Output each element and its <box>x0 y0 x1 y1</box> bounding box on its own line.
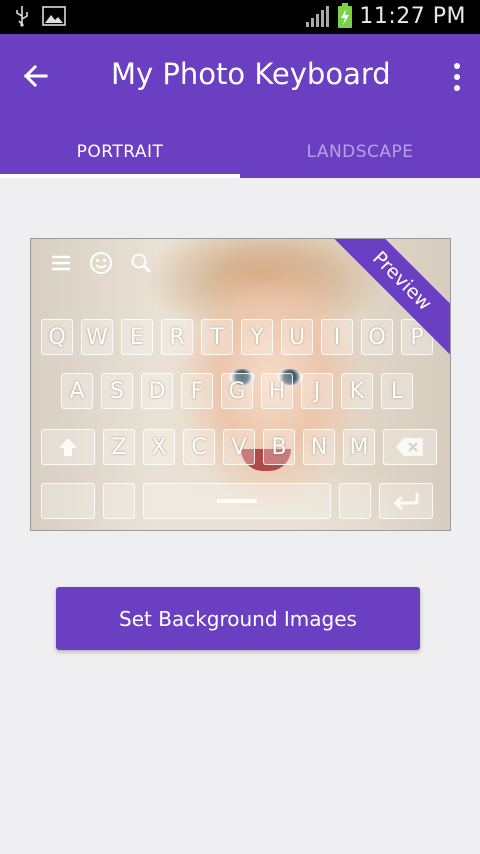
space-key <box>143 483 331 519</box>
key-h: H <box>261 373 293 409</box>
arrow-left-icon[interactable] <box>20 60 52 92</box>
key-g: G <box>221 373 253 409</box>
key-e: E <box>121 319 153 355</box>
more-vert-icon[interactable] <box>452 62 462 92</box>
search-icon <box>131 253 151 273</box>
key-n: N <box>303 429 335 465</box>
key-a: A <box>61 373 93 409</box>
key-w: W <box>81 319 113 355</box>
clock: 11:27 PM <box>359 3 466 29</box>
enter-key <box>379 483 433 519</box>
shift-key <box>41 429 95 465</box>
key-s: S <box>101 373 133 409</box>
key-c: C <box>183 429 215 465</box>
shift-icon <box>59 438 77 456</box>
keyboard-row-1: Q W E R T Y U I O P <box>41 319 433 355</box>
key-d: D <box>141 373 173 409</box>
key-u: U <box>281 319 313 355</box>
key-k: K <box>341 373 373 409</box>
key-o: O <box>361 319 393 355</box>
keyboard-row-4 <box>41 483 433 519</box>
emoji-icon <box>90 252 112 274</box>
keyboard-row-2: A S D F G H J K L <box>61 373 413 409</box>
menu-icon <box>52 255 70 271</box>
symbols-key <box>41 483 95 519</box>
space-bar-icon <box>217 499 257 503</box>
key-l: L <box>381 373 413 409</box>
status-bar: 11:27 PM <box>0 0 480 34</box>
keyboard-row-3: Z X C V B N M <box>41 429 437 465</box>
image-notification-icon <box>42 6 66 26</box>
page-title: My Photo Keyboard <box>111 57 391 91</box>
key-z: Z <box>103 429 135 465</box>
period-key <box>339 483 371 519</box>
enter-icon <box>393 493 419 511</box>
battery-charging-icon <box>338 3 353 28</box>
keyboard-preview[interactable]: Q W E R T Y U I O P A S D F G H J K L Z … <box>30 238 451 531</box>
comma-key <box>103 483 135 519</box>
status-left-icons <box>14 5 66 27</box>
usb-icon <box>16 6 28 27</box>
backspace-icon <box>396 438 423 456</box>
key-m: M <box>343 429 375 465</box>
signal-icon <box>306 6 330 27</box>
key-x: X <box>143 429 175 465</box>
key-b: B <box>263 429 295 465</box>
key-f: F <box>181 373 213 409</box>
tab-bar: PORTRAIT LANDSCAPE <box>0 126 480 178</box>
backspace-key <box>383 429 437 465</box>
tab-landscape[interactable]: LANDSCAPE <box>240 126 480 178</box>
key-t: T <box>201 319 233 355</box>
tab-portrait[interactable]: PORTRAIT <box>0 126 240 178</box>
key-j: J <box>301 373 333 409</box>
key-i: I <box>321 319 353 355</box>
set-background-images-button[interactable]: Set Background Images <box>56 587 420 650</box>
app-bar: My Photo Keyboard PORTRAIT LANDSCAPE <box>0 34 480 178</box>
key-r: R <box>161 319 193 355</box>
key-v: V <box>223 429 255 465</box>
status-right-icons: 11:27 PM <box>305 3 466 29</box>
key-y: Y <box>241 319 273 355</box>
key-q: Q <box>41 319 73 355</box>
